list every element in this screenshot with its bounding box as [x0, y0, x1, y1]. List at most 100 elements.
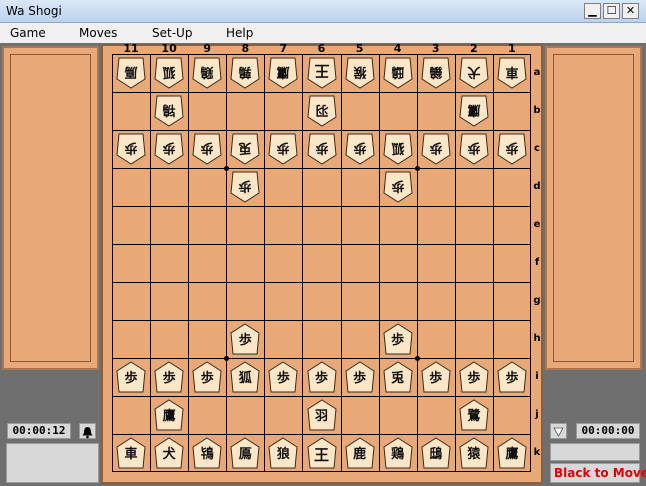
sente-piece[interactable]: 歩	[192, 361, 222, 393]
sente-piece[interactable]: 歩	[345, 361, 375, 393]
piece-glyph: 鴇	[200, 447, 214, 462]
menu-set-up[interactable]: Set-Up	[152, 26, 192, 40]
grid-line	[188, 55, 190, 471]
maximize-button[interactable]: ☐	[603, 3, 620, 19]
piece-glyph: 犬	[467, 64, 481, 79]
menu-help[interactable]: Help	[226, 26, 253, 40]
menu-game[interactable]: Game	[10, 26, 46, 40]
piece-glyph: 歩	[124, 140, 138, 155]
sente-piece[interactable]: 歩	[383, 323, 413, 355]
sente-piece[interactable]: 猿	[459, 437, 489, 469]
gote-piece[interactable]: 兎	[230, 133, 260, 165]
gote-piece[interactable]: 車	[497, 57, 527, 89]
rank-label: i	[535, 371, 539, 382]
piece-glyph: 兎	[391, 371, 405, 386]
sente-piece[interactable]: 犬	[154, 437, 184, 469]
gote-piece[interactable]: 鶉	[230, 57, 260, 89]
grid-line	[378, 55, 380, 471]
sente-piece[interactable]: 鴟	[421, 437, 451, 469]
piece-glyph: 鷹	[505, 447, 519, 462]
minimize-button[interactable]: ▁	[584, 3, 601, 19]
rank-label: e	[533, 219, 541, 230]
sente-piece[interactable]: 歩	[154, 361, 184, 393]
bell-icon[interactable]	[79, 423, 96, 439]
piece-glyph: 歩	[238, 333, 252, 348]
sente-piece[interactable]: 鷺	[459, 399, 489, 431]
grid-line	[113, 396, 530, 397]
piece-glyph: 鷹	[467, 102, 481, 117]
file-label: 1	[508, 42, 516, 55]
piece-glyph: 鶉	[238, 64, 252, 79]
close-button[interactable]: ✕	[622, 3, 639, 19]
piece-glyph: 兎	[238, 140, 252, 155]
right-clock: 00:00:00	[576, 423, 640, 439]
piece-glyph: 犬	[162, 447, 176, 462]
grid-line	[113, 434, 530, 435]
gote-piece[interactable]: 歩	[268, 133, 298, 165]
gote-piece[interactable]: 歩	[421, 133, 451, 165]
gote-piece[interactable]: 歩	[459, 133, 489, 165]
sente-piece[interactable]: 歩	[421, 361, 451, 393]
sente-piece[interactable]: 鹿	[345, 437, 375, 469]
piece-glyph: 歩	[467, 371, 481, 386]
sente-piece[interactable]: 歩	[306, 361, 337, 393]
file-label: 7	[279, 42, 288, 55]
gote-piece[interactable]: 鴟	[383, 57, 413, 89]
sente-piece[interactable]: 狐	[230, 361, 260, 393]
gote-piece[interactable]: 猴	[345, 57, 375, 89]
gote-piece[interactable]: 犬	[459, 57, 489, 89]
rank-label: f	[534, 257, 540, 268]
star-point	[414, 356, 420, 361]
gote-piece[interactable]: 王	[306, 57, 337, 89]
piece-glyph: 歩	[391, 178, 405, 193]
grid-line	[113, 358, 530, 359]
sente-piece[interactable]: 狼	[268, 437, 298, 469]
gote-piece[interactable]: 鶲	[421, 57, 451, 89]
gote-piece[interactable]: 鷹	[268, 57, 298, 89]
file-label: 2	[469, 42, 478, 55]
gote-piece[interactable]: 歩	[192, 133, 222, 165]
gote-piece[interactable]: 狐	[383, 133, 413, 165]
gote-piece[interactable]: 歩	[116, 133, 146, 165]
sente-hand-area	[553, 54, 634, 362]
sente-piece[interactable]: 歩	[497, 361, 527, 393]
gote-piece[interactable]: 鶏	[192, 57, 222, 89]
gote-piece[interactable]: 鷹	[459, 95, 489, 127]
sente-piece[interactable]: 鶏	[383, 437, 413, 469]
gote-piece[interactable]: 鳫	[116, 57, 146, 89]
sente-piece[interactable]: 鴇	[192, 437, 222, 469]
triangle-down-icon[interactable]	[550, 423, 567, 439]
gote-piece[interactable]: 歩	[154, 133, 184, 165]
rank-label: g	[533, 295, 541, 306]
sente-piece[interactable]: 兎	[383, 361, 413, 393]
grid-line	[454, 55, 456, 471]
sente-piece[interactable]: 羽	[306, 399, 337, 431]
grid-line	[416, 55, 418, 471]
gote-piece[interactable]: 歩	[306, 133, 337, 165]
gote-piece[interactable]: 歩	[497, 133, 527, 165]
sente-piece[interactable]: 歩	[116, 361, 146, 393]
gote-piece[interactable]: 歩	[383, 171, 413, 203]
menu-moves[interactable]: Moves	[79, 26, 117, 40]
star-point	[224, 356, 230, 361]
piece-glyph: 鳫	[238, 447, 252, 462]
gote-piece[interactable]: 狐	[154, 57, 184, 89]
sente-piece[interactable]: 王	[306, 437, 337, 469]
gote-piece[interactable]: 羽	[306, 95, 337, 127]
gote-piece[interactable]: 歩	[345, 133, 375, 165]
sente-piece[interactable]: 歩	[268, 361, 298, 393]
sente-piece[interactable]: 歩	[230, 323, 260, 355]
sente-piece[interactable]: 鳫	[230, 437, 260, 469]
status-box: Black to Move	[550, 463, 646, 483]
piece-glyph: 羽	[315, 102, 329, 117]
sente-piece[interactable]: 鷹	[154, 399, 184, 431]
gote-piece[interactable]: 鴇	[154, 95, 184, 127]
gote-piece[interactable]: 歩	[230, 171, 260, 203]
sente-piece[interactable]: 車	[116, 437, 146, 469]
piece-glyph: 歩	[429, 371, 443, 386]
sente-piece[interactable]: 鷹	[497, 437, 527, 469]
file-label: 6	[317, 42, 326, 55]
grid-line	[113, 244, 530, 245]
piece-glyph: 歩	[276, 371, 290, 386]
sente-piece[interactable]: 歩	[459, 361, 489, 393]
